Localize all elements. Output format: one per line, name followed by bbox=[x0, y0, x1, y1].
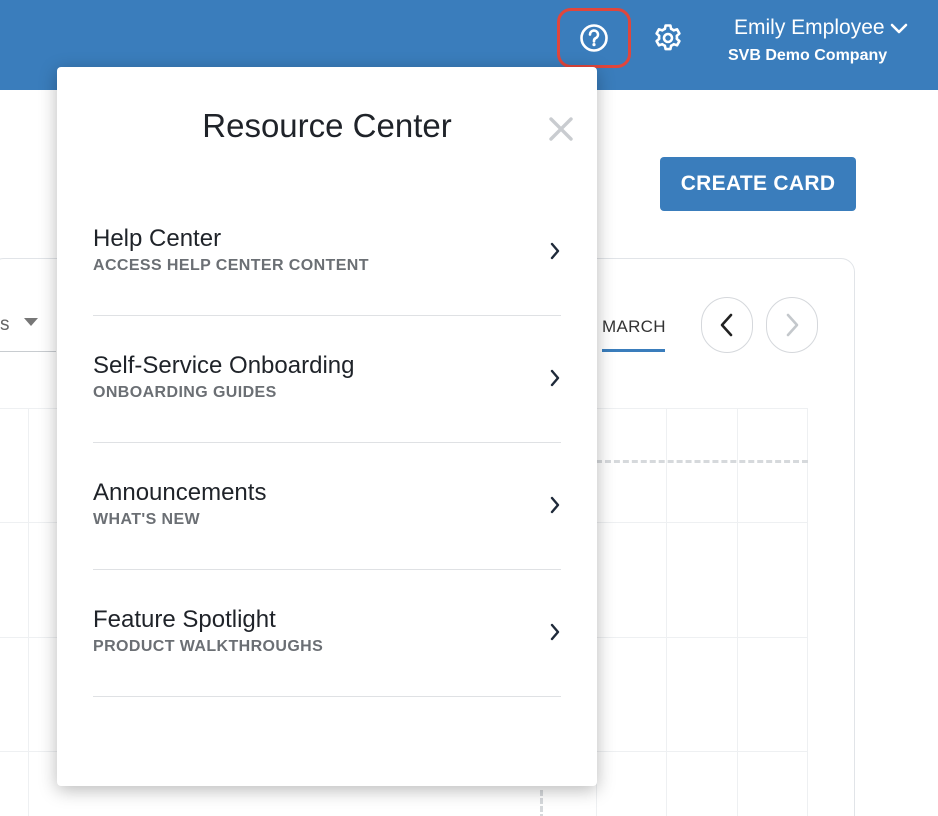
resource-item-title: Help Center bbox=[93, 225, 222, 252]
grid-line bbox=[807, 408, 808, 816]
page: Emily Employee SVB Demo Company CREATE C… bbox=[0, 0, 938, 816]
resource-item-subtitle: ONBOARDING GUIDES bbox=[93, 384, 277, 401]
caret-down-icon bbox=[24, 318, 38, 326]
resource-item-title: Self-Service Onboarding bbox=[93, 352, 355, 379]
user-menu[interactable]: Emily Employee SVB Demo Company bbox=[716, 14, 928, 74]
tab-march[interactable]: MARCH bbox=[602, 317, 666, 337]
settings-button[interactable] bbox=[648, 18, 688, 58]
previous-month-button[interactable] bbox=[701, 297, 753, 353]
resource-item-subtitle: PRODUCT WALKTHROUGHS bbox=[93, 638, 324, 655]
grid-line bbox=[28, 408, 29, 816]
chevron-right-icon bbox=[550, 496, 560, 514]
close-icon bbox=[549, 117, 573, 141]
resource-item-self-service-onboarding[interactable]: Self-Service Onboarding ONBOARDING GUIDE… bbox=[93, 316, 561, 443]
question-circle-icon bbox=[580, 24, 608, 52]
user-name: Emily Employee bbox=[734, 16, 885, 39]
resource-item-subtitle: ACCESS HELP CENTER CONTENT bbox=[93, 257, 369, 274]
resource-center-title: Resource Center bbox=[202, 107, 452, 144]
chart-dashed-line bbox=[540, 790, 543, 816]
resource-item-subtitle: WHAT'S NEW bbox=[93, 511, 201, 528]
chevron-left-icon bbox=[720, 313, 733, 337]
chevron-right-icon bbox=[550, 242, 560, 260]
resource-item-title: Feature Spotlight bbox=[93, 606, 276, 633]
next-month-button[interactable] bbox=[766, 297, 818, 353]
resource-center-panel: Resource Center Help Center ACCESS HELP … bbox=[57, 67, 597, 786]
company-name: SVB Demo Company bbox=[728, 47, 888, 64]
chevron-down-icon bbox=[890, 23, 908, 34]
filter-select-value: s bbox=[0, 314, 10, 335]
grid-line bbox=[737, 408, 738, 816]
filter-select[interactable]: s bbox=[0, 296, 56, 352]
chevron-right-icon bbox=[786, 313, 799, 337]
chevron-right-icon bbox=[550, 369, 560, 387]
chevron-right-icon bbox=[550, 623, 560, 641]
help-button[interactable] bbox=[557, 8, 631, 68]
grid-line bbox=[666, 408, 667, 816]
chart-dashed-line bbox=[596, 460, 808, 463]
resource-item-help-center[interactable]: Help Center ACCESS HELP CENTER CONTENT bbox=[93, 189, 561, 316]
close-button[interactable] bbox=[541, 109, 581, 149]
resource-item-title: Announcements bbox=[93, 479, 267, 506]
create-card-button[interactable]: CREATE CARD bbox=[660, 157, 856, 211]
tab-active-indicator bbox=[602, 349, 665, 352]
resource-item-feature-spotlight[interactable]: Feature Spotlight PRODUCT WALKTHROUGHS bbox=[93, 570, 561, 697]
resource-item-announcements[interactable]: Announcements WHAT'S NEW bbox=[93, 443, 561, 570]
gear-icon bbox=[655, 24, 681, 51]
